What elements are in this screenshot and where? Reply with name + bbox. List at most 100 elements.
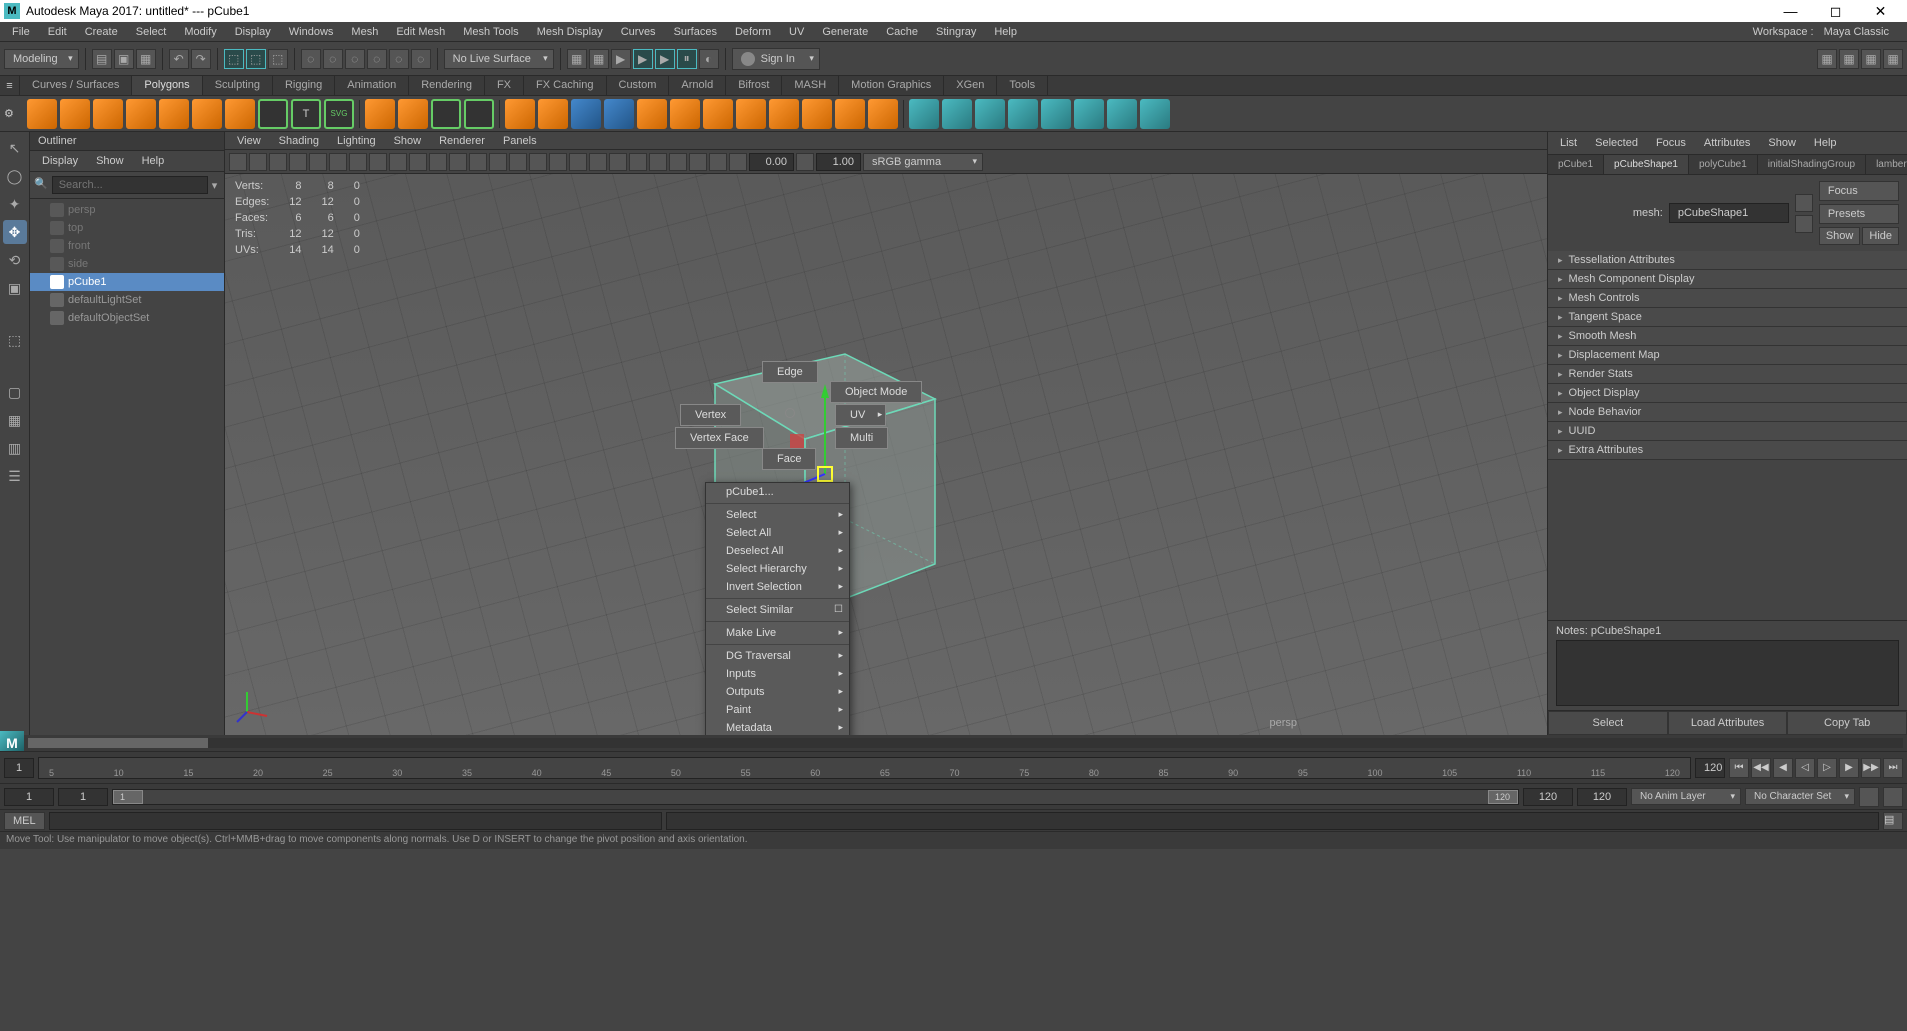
menu-display[interactable]: Display bbox=[227, 24, 279, 40]
separate-icon[interactable] bbox=[398, 99, 428, 129]
sculpt-7-icon[interactable] bbox=[1107, 99, 1137, 129]
attr-tab-polyCube1[interactable]: polyCube1 bbox=[1689, 155, 1758, 174]
vp-icon-11[interactable] bbox=[429, 153, 447, 171]
live-surface-combo[interactable]: No Live Surface bbox=[444, 49, 554, 69]
poly-cylinder-icon[interactable] bbox=[93, 99, 123, 129]
vp-icon-7[interactable] bbox=[349, 153, 367, 171]
shelf-tab-rendering[interactable]: Rendering bbox=[409, 76, 485, 95]
ctx-select-hierarchy[interactable]: Select Hierarchy bbox=[706, 560, 849, 578]
attr-notes-textarea[interactable] bbox=[1556, 640, 1899, 706]
vp-gamma-field[interactable]: 1.00 bbox=[816, 153, 861, 171]
vp-icon-20[interactable] bbox=[609, 153, 627, 171]
attr-menu-help[interactable]: Help bbox=[1806, 135, 1845, 151]
menu-create[interactable]: Create bbox=[77, 24, 126, 40]
snap-point-button[interactable]: ◌ bbox=[345, 49, 365, 69]
layout-two-icon[interactable]: ▥ bbox=[3, 436, 27, 460]
collapse-icon[interactable] bbox=[769, 99, 799, 129]
poly-pyramid-icon[interactable] bbox=[225, 99, 255, 129]
menu-mesh-tools[interactable]: Mesh Tools bbox=[455, 24, 526, 40]
multicut-icon[interactable] bbox=[571, 99, 601, 129]
menu-mesh[interactable]: Mesh bbox=[343, 24, 386, 40]
time-end-field[interactable]: 120 bbox=[1695, 758, 1725, 778]
attr-tab-lambert1[interactable]: lambert1 bbox=[1866, 155, 1907, 174]
prefs-button[interactable] bbox=[1883, 787, 1903, 807]
next-key-button[interactable]: ▶▶ bbox=[1861, 758, 1881, 778]
outliner-menu-help[interactable]: Help bbox=[134, 153, 173, 169]
attr-section-displacement-map[interactable]: Displacement Map bbox=[1548, 346, 1907, 365]
shelf-tab-tools[interactable]: Tools bbox=[997, 76, 1048, 95]
go-start-button[interactable]: ⏮ bbox=[1729, 758, 1749, 778]
menu-windows[interactable]: Windows bbox=[281, 24, 342, 40]
mode-selector[interactable]: Modeling bbox=[4, 49, 79, 69]
vp-icon-2[interactable] bbox=[249, 153, 267, 171]
redo-button[interactable]: ↷ bbox=[191, 49, 211, 69]
layout-four-icon[interactable]: ▦ bbox=[3, 408, 27, 432]
vp-menu-show[interactable]: Show bbox=[386, 133, 430, 149]
mesh-name-field[interactable]: pCubeShape1 bbox=[1669, 203, 1789, 223]
attr-section-tangent-space[interactable]: Tangent Space bbox=[1548, 308, 1907, 327]
workspace-combo[interactable]: Maya Classic bbox=[1818, 24, 1895, 40]
vp-icon-3[interactable] bbox=[269, 153, 287, 171]
vp-icon-5[interactable] bbox=[309, 153, 327, 171]
ctx-select[interactable]: Select bbox=[706, 506, 849, 524]
mm-face[interactable]: Face bbox=[762, 448, 816, 470]
shelf-tab-mash[interactable]: MASH bbox=[782, 76, 839, 95]
autokey-button[interactable] bbox=[1859, 787, 1879, 807]
shelf-tab-motiongraphics[interactable]: Motion Graphics bbox=[839, 76, 944, 95]
sculpt-4-icon[interactable] bbox=[1008, 99, 1038, 129]
vp-exposure-field[interactable]: 0.00 bbox=[749, 153, 794, 171]
vp-icon-16[interactable] bbox=[529, 153, 547, 171]
range-inner-end-field[interactable]: 120 bbox=[1523, 788, 1573, 806]
layout-outliner-icon[interactable]: ☰ bbox=[3, 464, 27, 488]
vp-gamma2-icon[interactable] bbox=[796, 153, 814, 171]
attr-section-mesh-component-display[interactable]: Mesh Component Display bbox=[1548, 270, 1907, 289]
select-component-button[interactable]: ⬚ bbox=[268, 49, 288, 69]
poly-type-t-icon[interactable]: T bbox=[291, 99, 321, 129]
attr-nav-back-icon[interactable] bbox=[1795, 194, 1813, 212]
attr-menu-attributes[interactable]: Attributes bbox=[1696, 135, 1758, 151]
anim-layer-combo[interactable]: No Anim Layer bbox=[1631, 788, 1741, 805]
attr-tab-initialShadingGroup[interactable]: initialShadingGroup bbox=[1758, 155, 1866, 174]
command-input[interactable] bbox=[49, 812, 662, 830]
outliner-item-top[interactable]: top bbox=[30, 219, 224, 237]
detach-icon[interactable] bbox=[736, 99, 766, 129]
vp-icon-9[interactable] bbox=[389, 153, 407, 171]
extrude-icon[interactable] bbox=[505, 99, 535, 129]
shelf-tab-rigging[interactable]: Rigging bbox=[273, 76, 335, 95]
offset-edge-icon[interactable] bbox=[868, 99, 898, 129]
ctx-metadata[interactable]: Metadata bbox=[706, 719, 849, 735]
smooth-icon[interactable] bbox=[670, 99, 700, 129]
menu-cache[interactable]: Cache bbox=[878, 24, 926, 40]
search-dropdown-icon[interactable]: ▾ bbox=[212, 179, 220, 192]
attr-tab-pCube1[interactable]: pCube1 bbox=[1548, 155, 1604, 174]
menu-generate[interactable]: Generate bbox=[814, 24, 876, 40]
connect-icon[interactable] bbox=[703, 99, 733, 129]
vp-menu-shading[interactable]: Shading bbox=[271, 133, 327, 149]
merge-icon[interactable] bbox=[802, 99, 832, 129]
select-tool[interactable]: ↖ bbox=[3, 136, 27, 160]
vp-menu-view[interactable]: View bbox=[229, 133, 269, 149]
maximize-button[interactable]: ◻ bbox=[1813, 0, 1858, 22]
menu-select[interactable]: Select bbox=[128, 24, 175, 40]
lasso-tool[interactable]: ◯ bbox=[3, 164, 27, 188]
attr-copy-tab-button[interactable]: Copy Tab bbox=[1787, 711, 1907, 735]
attr-section-extra-attributes[interactable]: Extra Attributes bbox=[1548, 441, 1907, 460]
shelf-tab-animation[interactable]: Animation bbox=[335, 76, 409, 95]
poly-type-icon[interactable] bbox=[258, 99, 288, 129]
booleans-icon[interactable] bbox=[431, 99, 461, 129]
attr-menu-focus[interactable]: Focus bbox=[1648, 135, 1694, 151]
range-end-field[interactable]: 120 bbox=[1577, 788, 1627, 806]
vp-icon-25[interactable] bbox=[709, 153, 727, 171]
vp-icon-14[interactable] bbox=[489, 153, 507, 171]
shelf-tab-sculpting[interactable]: Sculpting bbox=[203, 76, 273, 95]
sculpt-1-icon[interactable] bbox=[909, 99, 939, 129]
attr-section-node-behavior[interactable]: Node Behavior bbox=[1548, 403, 1907, 422]
poly-sphere-icon[interactable] bbox=[27, 99, 57, 129]
script-lang-combo[interactable]: MEL bbox=[4, 812, 45, 830]
menu-uv[interactable]: UV bbox=[781, 24, 812, 40]
vp-icon-10[interactable] bbox=[409, 153, 427, 171]
attr-select-button[interactable]: Select bbox=[1548, 711, 1668, 735]
mm-edge[interactable]: Edge bbox=[762, 361, 818, 383]
snap-view-button[interactable]: ◌ bbox=[411, 49, 431, 69]
vp-icon-4[interactable] bbox=[289, 153, 307, 171]
